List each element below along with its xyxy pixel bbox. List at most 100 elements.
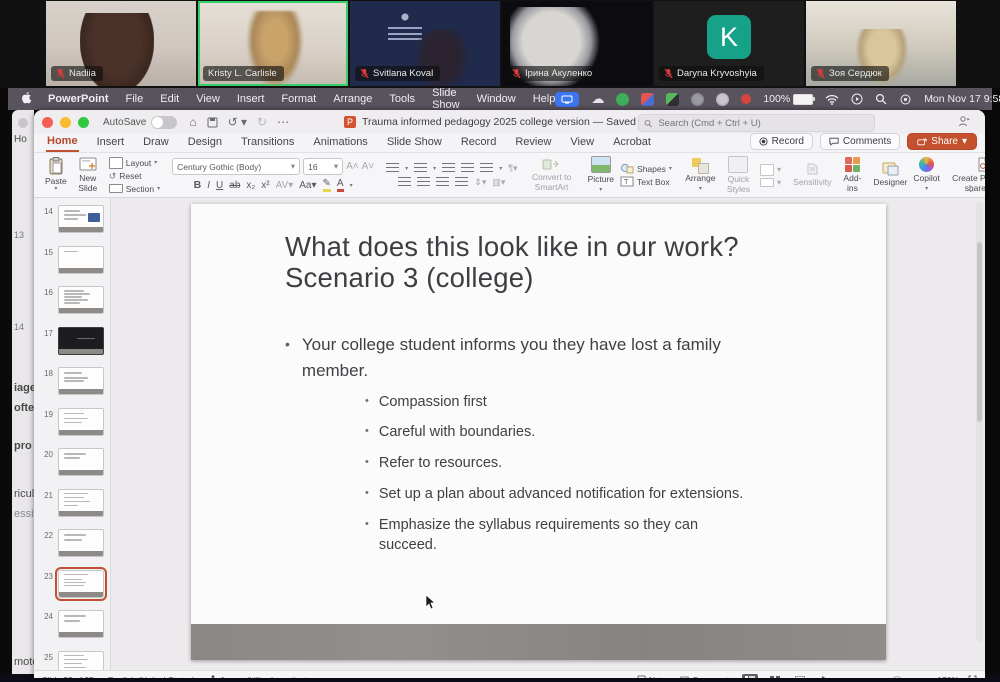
slide-thumbnail-row[interactable]: 20 <box>34 448 110 476</box>
slide-thumbnail[interactable] <box>58 286 104 314</box>
text-box-button[interactable]: T Text Box <box>620 176 672 187</box>
section-button[interactable]: Section▾ <box>109 184 160 194</box>
slide-thumbnail[interactable] <box>58 529 104 557</box>
shapes-button[interactable]: Shapes▾ <box>620 163 672 174</box>
share-button[interactable]: Share ▾ <box>907 133 977 150</box>
subscript-button[interactable]: x₂ <box>246 180 255 191</box>
slide-title[interactable]: What does this look like in our work? Sc… <box>285 232 805 294</box>
apple-icon[interactable] <box>22 92 34 106</box>
control-center-icon[interactable] <box>899 94 912 105</box>
line-spacing-icon[interactable] <box>480 163 493 174</box>
menu-item-view[interactable]: View <box>196 93 220 105</box>
zoom-level[interactable]: 170% <box>937 675 959 679</box>
save-icon[interactable] <box>207 117 218 128</box>
participant-tile[interactable]: K Daryna Kryvoshyia <box>654 1 804 86</box>
picture-button[interactable]: Picture ▾ <box>588 156 614 194</box>
menubar-extra-icon[interactable] <box>616 93 629 106</box>
slide-sorter-view-button[interactable] <box>767 674 783 679</box>
tab-transitions[interactable]: Transitions <box>240 135 295 151</box>
slide-thumbnail-panel[interactable]: 14 15 16 17 18 19 20 21 22 23 24 25 <box>34 198 111 670</box>
slide-thumbnail-row[interactable]: 18 <box>34 367 110 395</box>
slide-thumbnail-row[interactable]: 16 <box>34 286 110 314</box>
slide-body[interactable]: • Your college student informs you they … <box>285 332 785 555</box>
menubar-extra-icon[interactable] <box>666 93 679 106</box>
undo-icon[interactable]: ↺ ▾ <box>228 115 247 129</box>
wifi-icon[interactable] <box>825 94 839 105</box>
minimize-button[interactable] <box>60 117 71 128</box>
slide-thumbnail-row[interactable]: 14 <box>34 205 110 233</box>
designer-button[interactable]: Designer <box>873 162 907 187</box>
change-case-button[interactable]: Aa▾ <box>299 180 316 191</box>
more-commands-icon[interactable]: ⋯ <box>277 115 289 129</box>
presence-icon[interactable] <box>958 115 971 127</box>
italic-button[interactable]: I <box>207 180 210 191</box>
slide-thumbnail[interactable] <box>58 246 104 274</box>
superscript-button[interactable]: x² <box>261 180 269 191</box>
copilot-button[interactable]: Copilot ▾ <box>913 157 939 193</box>
home-icon[interactable]: ⌂ <box>189 115 196 129</box>
slide-thumbnail-row[interactable]: 25 <box>34 651 110 671</box>
underline-button[interactable]: U <box>216 180 223 191</box>
quick-styles-button[interactable]: Quick Styles <box>723 156 754 194</box>
comments-button[interactable]: Comments <box>820 133 900 150</box>
reset-button[interactable]: ↺Reset <box>109 171 160 182</box>
slide-thumbnail-row[interactable]: 21 <box>34 489 110 517</box>
arrange-button[interactable]: Arrange ▾ <box>684 158 717 193</box>
slide-thumbnail[interactable] <box>58 610 104 638</box>
menu-item-help[interactable]: Help <box>533 93 556 105</box>
menu-item-file[interactable]: File <box>126 93 144 105</box>
tab-slide-show[interactable]: Slide Show <box>386 135 443 151</box>
screen-sharing-icon[interactable] <box>555 92 579 107</box>
layout-button[interactable]: Layout▾ <box>109 157 160 169</box>
slide-thumbnail-row[interactable]: 15 <box>34 246 110 274</box>
onedrive-icon[interactable]: ☁ <box>591 91 604 107</box>
menu-item-tools[interactable]: Tools <box>389 93 415 105</box>
grow-font-button[interactable]: A˄ <box>346 161 359 172</box>
menu-item-format[interactable]: Format <box>281 93 316 105</box>
slide-thumbnail[interactable] <box>58 205 104 233</box>
align-left-icon[interactable] <box>398 177 411 188</box>
menu-item-powerpoint[interactable]: PowerPoint <box>48 93 109 105</box>
slide-thumbnail[interactable] <box>58 489 104 517</box>
accessibility-status[interactable]: Accessibility: Investigate <box>209 675 312 679</box>
tab-draw[interactable]: Draw <box>142 135 170 151</box>
paste-button[interactable]: Paste▾ <box>45 157 67 193</box>
fullscreen-icon[interactable] <box>968 675 977 678</box>
menu-item-insert[interactable]: Insert <box>237 93 265 105</box>
columns-icon[interactable]: ▥▾ <box>492 177 505 188</box>
shape-fill-button[interactable]: ▾ <box>760 164 781 176</box>
slide-thumbnail-row-selected[interactable]: 23 <box>34 570 110 598</box>
language-indicator[interactable]: English (United States) <box>108 675 195 679</box>
convert-smartart-button[interactable]: Convert to SmartArt <box>528 158 576 192</box>
slide-thumbnail[interactable] <box>58 408 104 436</box>
slide-thumbnail-selected[interactable] <box>58 570 104 598</box>
tab-home[interactable]: Home <box>46 134 79 152</box>
notes-button[interactable]: Notes <box>637 675 671 679</box>
menubar-clock[interactable]: Mon Nov 17 9:58 AM <box>924 93 1000 105</box>
font-name-select[interactable]: Century Gothic (Body)▾ <box>172 158 300 175</box>
search-input[interactable] <box>656 117 869 130</box>
autosave-toggle[interactable] <box>151 116 177 129</box>
align-center-icon[interactable] <box>417 177 430 188</box>
menu-item-slide-show[interactable]: Slide Show <box>432 87 460 111</box>
zoom-out-button[interactable]: − <box>842 675 847 679</box>
zoom-in-button[interactable]: + <box>923 675 928 679</box>
menu-item-window[interactable]: Window <box>477 93 516 105</box>
menubar-extra-icon[interactable] <box>641 93 654 106</box>
scrollbar-thumb[interactable] <box>977 242 982 422</box>
slide-thumbnail[interactable] <box>58 651 104 671</box>
slide-thumbnail-row[interactable]: 24 <box>34 610 110 638</box>
tab-review[interactable]: Review <box>514 135 552 151</box>
maximize-button[interactable] <box>78 117 89 128</box>
shrink-font-button[interactable]: A˅ <box>362 161 375 172</box>
collapse-ribbon-icon[interactable]: ⌄ <box>967 184 975 195</box>
align-right-icon[interactable] <box>436 177 449 188</box>
numbering-icon[interactable] <box>414 163 427 174</box>
indent-increase-icon[interactable] <box>461 163 474 174</box>
slideshow-view-button[interactable] <box>817 674 833 679</box>
character-spacing-button[interactable]: AV▾ <box>276 180 294 191</box>
font-size-select[interactable]: 16▾ <box>303 158 343 175</box>
text-direction-icon[interactable]: ¶▾ <box>508 163 517 174</box>
bold-button[interactable]: B <box>194 179 202 191</box>
highlight-button[interactable]: ✎ <box>323 178 331 192</box>
